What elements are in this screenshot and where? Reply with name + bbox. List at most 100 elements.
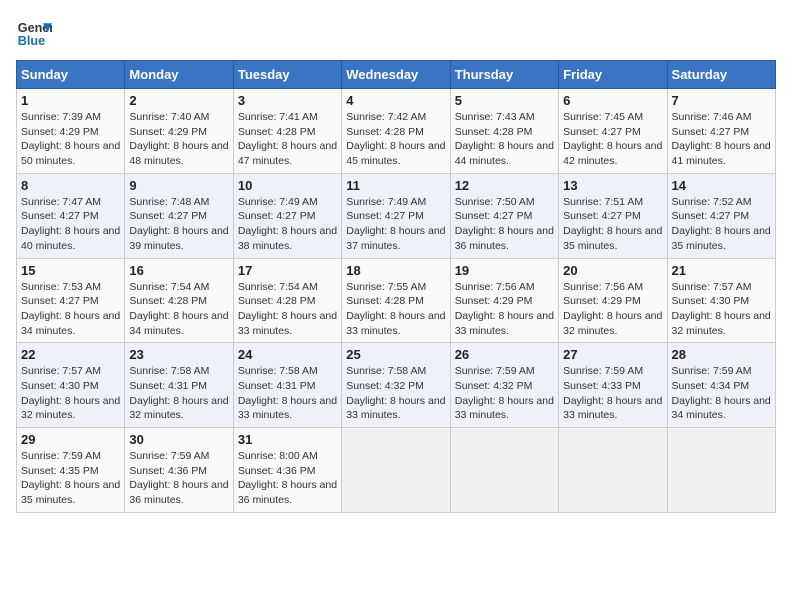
daylight-text: Daylight: 8 hours and 36 minutes. xyxy=(238,479,337,506)
calendar-cell: 15 Sunrise: 7:53 AM Sunset: 4:27 PM Dayl… xyxy=(17,258,125,343)
daylight-text: Daylight: 8 hours and 35 minutes. xyxy=(672,225,771,252)
daylight-text: Daylight: 8 hours and 33 minutes. xyxy=(455,395,554,422)
sunset-text: Sunset: 4:29 PM xyxy=(21,126,99,138)
day-info: Sunrise: 7:58 AM Sunset: 4:31 PM Dayligh… xyxy=(238,364,337,423)
weekday-header-wednesday: Wednesday xyxy=(342,61,450,89)
day-info: Sunrise: 7:50 AM Sunset: 4:27 PM Dayligh… xyxy=(455,195,554,254)
daylight-text: Daylight: 8 hours and 36 minutes. xyxy=(129,479,228,506)
calendar-cell: 21 Sunrise: 7:57 AM Sunset: 4:30 PM Dayl… xyxy=(667,258,775,343)
day-info: Sunrise: 7:52 AM Sunset: 4:27 PM Dayligh… xyxy=(672,195,771,254)
calendar-header: SundayMondayTuesdayWednesdayThursdayFrid… xyxy=(17,61,776,89)
day-info: Sunrise: 7:42 AM Sunset: 4:28 PM Dayligh… xyxy=(346,110,445,169)
day-number: 22 xyxy=(21,347,120,362)
calendar-week-2: 8 Sunrise: 7:47 AM Sunset: 4:27 PM Dayli… xyxy=(17,173,776,258)
calendar-cell: 23 Sunrise: 7:58 AM Sunset: 4:31 PM Dayl… xyxy=(125,343,233,428)
daylight-text: Daylight: 8 hours and 37 minutes. xyxy=(346,225,445,252)
sunset-text: Sunset: 4:27 PM xyxy=(238,210,316,222)
calendar-cell: 22 Sunrise: 7:57 AM Sunset: 4:30 PM Dayl… xyxy=(17,343,125,428)
day-info: Sunrise: 7:54 AM Sunset: 4:28 PM Dayligh… xyxy=(238,280,337,339)
daylight-text: Daylight: 8 hours and 38 minutes. xyxy=(238,225,337,252)
day-number: 11 xyxy=(346,178,445,193)
day-number: 9 xyxy=(129,178,228,193)
calendar-cell: 28 Sunrise: 7:59 AM Sunset: 4:34 PM Dayl… xyxy=(667,343,775,428)
svg-text:Blue: Blue xyxy=(18,34,45,48)
day-info: Sunrise: 7:47 AM Sunset: 4:27 PM Dayligh… xyxy=(21,195,120,254)
sunrise-text: Sunrise: 7:49 AM xyxy=(346,196,426,208)
daylight-text: Daylight: 8 hours and 33 minutes. xyxy=(238,310,337,337)
day-number: 21 xyxy=(672,263,771,278)
day-info: Sunrise: 7:51 AM Sunset: 4:27 PM Dayligh… xyxy=(563,195,662,254)
daylight-text: Daylight: 8 hours and 33 minutes. xyxy=(346,310,445,337)
sunset-text: Sunset: 4:31 PM xyxy=(238,380,316,392)
day-info: Sunrise: 7:57 AM Sunset: 4:30 PM Dayligh… xyxy=(672,280,771,339)
sunrise-text: Sunrise: 7:50 AM xyxy=(455,196,535,208)
sunset-text: Sunset: 4:27 PM xyxy=(129,210,207,222)
calendar-cell: 29 Sunrise: 7:59 AM Sunset: 4:35 PM Dayl… xyxy=(17,428,125,513)
sunset-text: Sunset: 4:27 PM xyxy=(563,210,641,222)
day-number: 27 xyxy=(563,347,662,362)
day-number: 29 xyxy=(21,432,120,447)
calendar-cell: 19 Sunrise: 7:56 AM Sunset: 4:29 PM Dayl… xyxy=(450,258,558,343)
day-number: 16 xyxy=(129,263,228,278)
sunset-text: Sunset: 4:27 PM xyxy=(672,210,750,222)
day-number: 15 xyxy=(21,263,120,278)
sunrise-text: Sunrise: 7:48 AM xyxy=(129,196,209,208)
day-info: Sunrise: 7:59 AM Sunset: 4:34 PM Dayligh… xyxy=(672,364,771,423)
calendar-cell: 20 Sunrise: 7:56 AM Sunset: 4:29 PM Dayl… xyxy=(559,258,667,343)
page-header: General Blue xyxy=(16,16,776,52)
daylight-text: Daylight: 8 hours and 41 minutes. xyxy=(672,140,771,167)
calendar-cell: 13 Sunrise: 7:51 AM Sunset: 4:27 PM Dayl… xyxy=(559,173,667,258)
calendar-cell: 10 Sunrise: 7:49 AM Sunset: 4:27 PM Dayl… xyxy=(233,173,341,258)
sunset-text: Sunset: 4:28 PM xyxy=(346,295,424,307)
day-info: Sunrise: 7:59 AM Sunset: 4:32 PM Dayligh… xyxy=(455,364,554,423)
day-info: Sunrise: 7:39 AM Sunset: 4:29 PM Dayligh… xyxy=(21,110,120,169)
sunset-text: Sunset: 4:27 PM xyxy=(346,210,424,222)
daylight-text: Daylight: 8 hours and 34 minutes. xyxy=(672,395,771,422)
sunrise-text: Sunrise: 7:52 AM xyxy=(672,196,752,208)
sunrise-text: Sunrise: 7:45 AM xyxy=(563,111,643,123)
calendar-cell: 9 Sunrise: 7:48 AM Sunset: 4:27 PM Dayli… xyxy=(125,173,233,258)
day-number: 13 xyxy=(563,178,662,193)
daylight-text: Daylight: 8 hours and 50 minutes. xyxy=(21,140,120,167)
weekday-header-friday: Friday xyxy=(559,61,667,89)
weekday-header-saturday: Saturday xyxy=(667,61,775,89)
day-info: Sunrise: 7:40 AM Sunset: 4:29 PM Dayligh… xyxy=(129,110,228,169)
day-number: 12 xyxy=(455,178,554,193)
day-number: 4 xyxy=(346,93,445,108)
daylight-text: Daylight: 8 hours and 32 minutes. xyxy=(21,395,120,422)
sunrise-text: Sunrise: 7:54 AM xyxy=(129,281,209,293)
calendar-cell: 3 Sunrise: 7:41 AM Sunset: 4:28 PM Dayli… xyxy=(233,89,341,174)
day-number: 18 xyxy=(346,263,445,278)
sunset-text: Sunset: 4:28 PM xyxy=(129,295,207,307)
daylight-text: Daylight: 8 hours and 33 minutes. xyxy=(563,395,662,422)
day-number: 28 xyxy=(672,347,771,362)
sunrise-text: Sunrise: 7:46 AM xyxy=(672,111,752,123)
day-info: Sunrise: 7:56 AM Sunset: 4:29 PM Dayligh… xyxy=(455,280,554,339)
sunrise-text: Sunrise: 7:56 AM xyxy=(563,281,643,293)
calendar-cell: 27 Sunrise: 7:59 AM Sunset: 4:33 PM Dayl… xyxy=(559,343,667,428)
calendar-week-4: 22 Sunrise: 7:57 AM Sunset: 4:30 PM Dayl… xyxy=(17,343,776,428)
daylight-text: Daylight: 8 hours and 34 minutes. xyxy=(21,310,120,337)
calendar-table: SundayMondayTuesdayWednesdayThursdayFrid… xyxy=(16,60,776,513)
sunset-text: Sunset: 4:28 PM xyxy=(346,126,424,138)
day-info: Sunrise: 7:41 AM Sunset: 4:28 PM Dayligh… xyxy=(238,110,337,169)
day-info: Sunrise: 7:59 AM Sunset: 4:36 PM Dayligh… xyxy=(129,449,228,508)
sunrise-text: Sunrise: 7:59 AM xyxy=(455,365,535,377)
sunset-text: Sunset: 4:35 PM xyxy=(21,465,99,477)
sunset-text: Sunset: 4:30 PM xyxy=(672,295,750,307)
calendar-cell: 31 Sunrise: 8:00 AM Sunset: 4:36 PM Dayl… xyxy=(233,428,341,513)
sunrise-text: Sunrise: 7:41 AM xyxy=(238,111,318,123)
day-info: Sunrise: 7:58 AM Sunset: 4:32 PM Dayligh… xyxy=(346,364,445,423)
calendar-cell xyxy=(342,428,450,513)
sunrise-text: Sunrise: 7:43 AM xyxy=(455,111,535,123)
daylight-text: Daylight: 8 hours and 39 minutes. xyxy=(129,225,228,252)
calendar-cell xyxy=(559,428,667,513)
sunset-text: Sunset: 4:32 PM xyxy=(455,380,533,392)
sunrise-text: Sunrise: 7:54 AM xyxy=(238,281,318,293)
calendar-cell: 2 Sunrise: 7:40 AM Sunset: 4:29 PM Dayli… xyxy=(125,89,233,174)
day-number: 1 xyxy=(21,93,120,108)
sunrise-text: Sunrise: 7:59 AM xyxy=(672,365,752,377)
calendar-cell: 5 Sunrise: 7:43 AM Sunset: 4:28 PM Dayli… xyxy=(450,89,558,174)
sunrise-text: Sunrise: 7:56 AM xyxy=(455,281,535,293)
weekday-header-sunday: Sunday xyxy=(17,61,125,89)
